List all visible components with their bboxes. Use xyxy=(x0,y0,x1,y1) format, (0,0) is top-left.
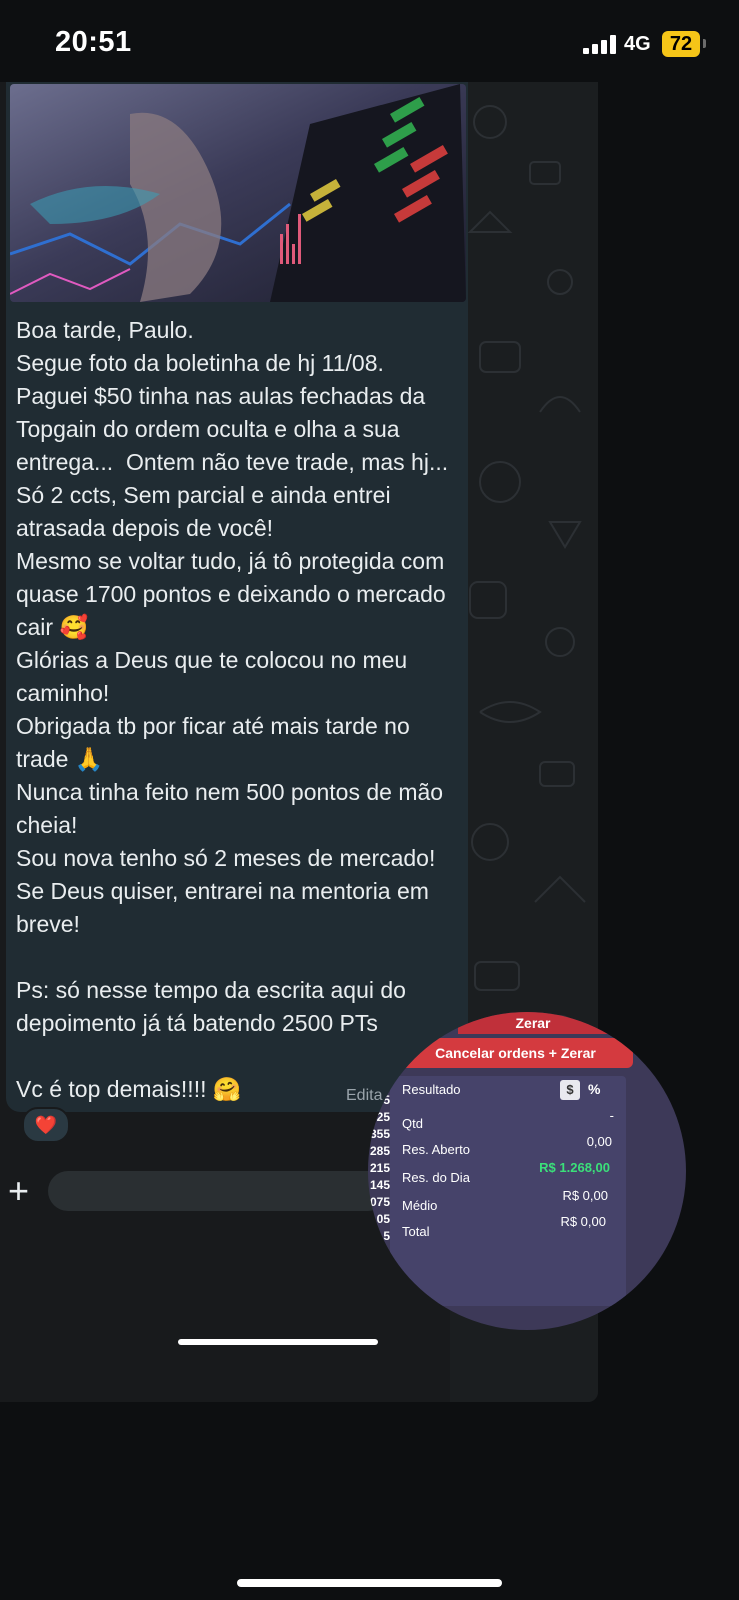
zerar-tab: Zerar xyxy=(458,1012,608,1034)
trading-photo-image xyxy=(10,84,466,302)
cancel-orders-button: Cancelar ordens + Zerar xyxy=(398,1038,633,1068)
result-panel: Resultado $ % Qtd - Res. Aberto 0,00 Res… xyxy=(390,1076,626,1306)
status-bar: 20:51 4G 72 xyxy=(0,0,739,80)
price-ladder-value: 145 xyxy=(369,1178,390,1192)
price-ladder: 95 425 355 285 215 145 075 05 5 xyxy=(368,1092,390,1245)
plus-icon[interactable]: + xyxy=(8,1173,29,1209)
inner-home-indicator xyxy=(178,1339,378,1345)
res-dia-value: R$ 1.268,00 xyxy=(539,1160,610,1175)
total-label: Total xyxy=(402,1224,430,1239)
resultado-label: Resultado xyxy=(402,1082,461,1097)
price-ladder-value: 355 xyxy=(369,1127,390,1141)
price-ladder-value: 215 xyxy=(369,1161,390,1175)
price-ladder-value: 425 xyxy=(369,1110,390,1124)
currency-toggle: $ xyxy=(560,1080,580,1100)
heart-reaction[interactable]: ❤️ xyxy=(22,1107,70,1143)
price-ladder-value: 285 xyxy=(369,1144,390,1158)
home-indicator xyxy=(237,1579,502,1587)
message-text: Boa tarde, Paulo. Segue foto da boletinh… xyxy=(16,317,449,1102)
res-dia-label: Res. do Dia xyxy=(402,1170,470,1185)
price-ladder-value: 95 xyxy=(376,1093,390,1107)
zoom-magnifier: Zerar Cancelar ordens + Zerar 95 425 355… xyxy=(368,1012,686,1330)
trading-photo[interactable] xyxy=(10,84,466,302)
qtd-label: Qtd xyxy=(402,1116,423,1131)
qtd-value: - xyxy=(609,1108,614,1123)
medio-value: R$ 0,00 xyxy=(562,1188,608,1203)
status-time: 20:51 xyxy=(55,26,132,58)
medio-label: Médio xyxy=(402,1198,438,1213)
price-ladder-value: 05 xyxy=(376,1212,390,1226)
battery-nub xyxy=(703,39,706,48)
price-ladder-value: 075 xyxy=(369,1195,390,1209)
res-aberto-label: Res. Aberto xyxy=(402,1142,470,1157)
total-value: R$ 0,00 xyxy=(560,1214,606,1229)
price-ladder-value: 5 xyxy=(383,1229,390,1243)
message-input[interactable] xyxy=(48,1171,388,1211)
battery-icon: 72 xyxy=(662,31,700,57)
signal-icon xyxy=(583,34,617,54)
res-aberto-value: 0,00 xyxy=(586,1134,612,1149)
network-type: 4G xyxy=(624,33,651,55)
message-bubble[interactable]: Boa tarde, Paulo. Segue foto da boletinh… xyxy=(6,82,468,1112)
percent-toggle: % xyxy=(588,1081,601,1097)
